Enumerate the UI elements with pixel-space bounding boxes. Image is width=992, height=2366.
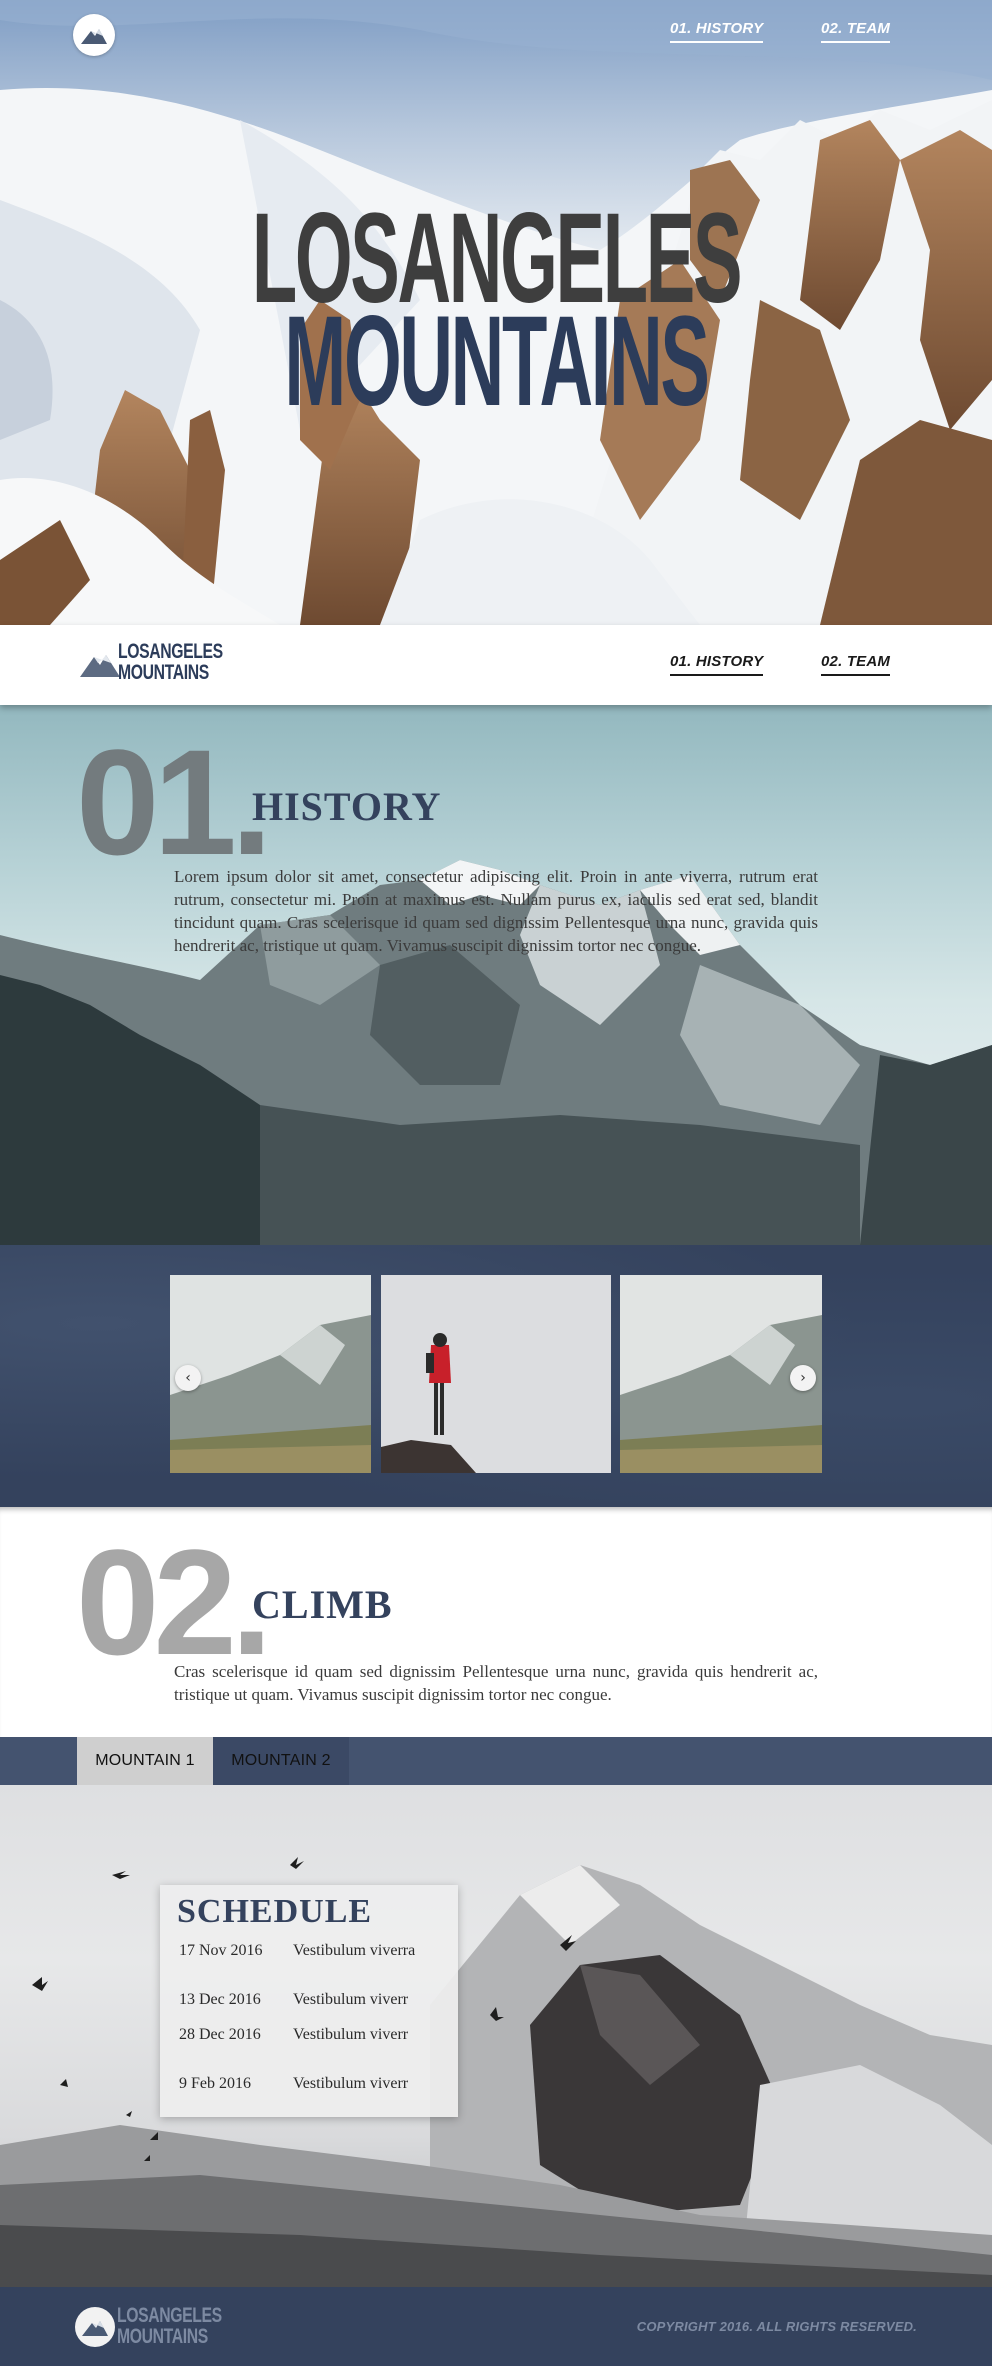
tab-mountain-2[interactable]: MOUNTAIN 2 [213, 1737, 349, 1785]
schedule-card: SCHEDULE 17 Nov 2016 Vestibulum viverra 1… [160, 1885, 458, 2117]
image-gallery: ‹ › [0, 1245, 992, 1507]
sticky-header: LOSANGELES MOUNTAINS 01. HISTORY 02. TEA… [0, 625, 992, 705]
schedule-date: 9 Feb 2016 [179, 2075, 251, 2092]
schedule-event: Vestibulum viverr [293, 1991, 409, 2008]
gallery-next-arrow-icon[interactable]: › [790, 1365, 816, 1391]
nav-history-link[interactable]: 01. HISTORY [670, 20, 764, 43]
brand-line1: LOSANGELES [118, 640, 223, 663]
schedule-date: 17 Nov 2016 [179, 1942, 263, 1959]
footer: LOSANGELES MOUNTAINS COPYRIGHT 2016. ALL… [0, 2287, 992, 2366]
footer-brand-line1: LOSANGELES [117, 2304, 222, 2327]
footer-logo-icon[interactable] [74, 2306, 116, 2348]
gallery-prev-arrow-icon[interactable]: ‹ [175, 1365, 201, 1391]
footer-brand-wordmark[interactable]: LOSANGELES MOUNTAINS [117, 2305, 222, 2347]
climb-section: 02. CLIMB Cras scelerisque id quam sed d… [0, 1507, 992, 1737]
nav-team-link[interactable]: 02. TEAM [821, 20, 891, 43]
history-section: 01. HISTORY Lorem ipsum dolor sit amet, … [0, 705, 992, 1245]
schedule-row: 13 Dec 2016 Vestibulum viverr [179, 1991, 408, 2009]
history-paragraph: Lorem ipsum dolor sit amet, consectetur … [174, 867, 818, 955]
schedule-row: 9 Feb 2016 Vestibulum viverr [179, 2075, 408, 2093]
schedule-section: SCHEDULE 17 Nov 2016 Vestibulum viverra 1… [0, 1785, 992, 2287]
climb-title: CLIMB [252, 1582, 393, 1627]
hero-section: 01. HISTORY 02. TEAM LOSANGELES MOUNTAIN… [0, 0, 992, 625]
brand-wordmark[interactable]: LOSANGELES MOUNTAINS [118, 641, 223, 683]
header-nav-history-link[interactable]: 01. HISTORY [670, 653, 764, 676]
history-section-number: 01. [76, 718, 273, 886]
climb-paragraph: Cras scelerisque id quam sed dignissim P… [174, 1662, 818, 1704]
schedule-date: 13 Dec 2016 [179, 1991, 261, 2008]
footer-copyright: COPYRIGHT 2016. ALL RIGHTS RESERVED. [636, 2319, 917, 2334]
schedule-date: 28 Dec 2016 [179, 2026, 261, 2043]
brand-line2: MOUNTAINS [118, 661, 209, 684]
schedule-background-image [0, 1857, 992, 2287]
climb-section-number: 02. [76, 1518, 273, 1686]
footer-brand-line2: MOUNTAINS [117, 2325, 208, 2348]
gallery-image-2[interactable] [381, 1275, 611, 1473]
schedule-event: Vestibulum viverra [293, 1942, 416, 1959]
history-title: HISTORY [252, 784, 442, 829]
schedule-row: 28 Dec 2016 Vestibulum viverr [179, 2026, 408, 2044]
mountain-tabs: MOUNTAIN 1 MOUNTAIN 2 [0, 1737, 992, 1785]
schedule-event: Vestibulum viverr [293, 2026, 409, 2043]
hero-nav: 01. HISTORY 02. TEAM [0, 20, 992, 50]
schedule-row: 17 Nov 2016 Vestibulum viverra [179, 1942, 415, 1960]
hero-title-line2: MOUNTAINS [284, 290, 709, 433]
header-nav-team-link[interactable]: 02. TEAM [821, 653, 891, 676]
schedule-title: SCHEDULE [177, 1893, 373, 1930]
tab-mountain-1[interactable]: MOUNTAIN 1 [77, 1737, 213, 1785]
schedule-event: Vestibulum viverr [293, 2075, 409, 2092]
